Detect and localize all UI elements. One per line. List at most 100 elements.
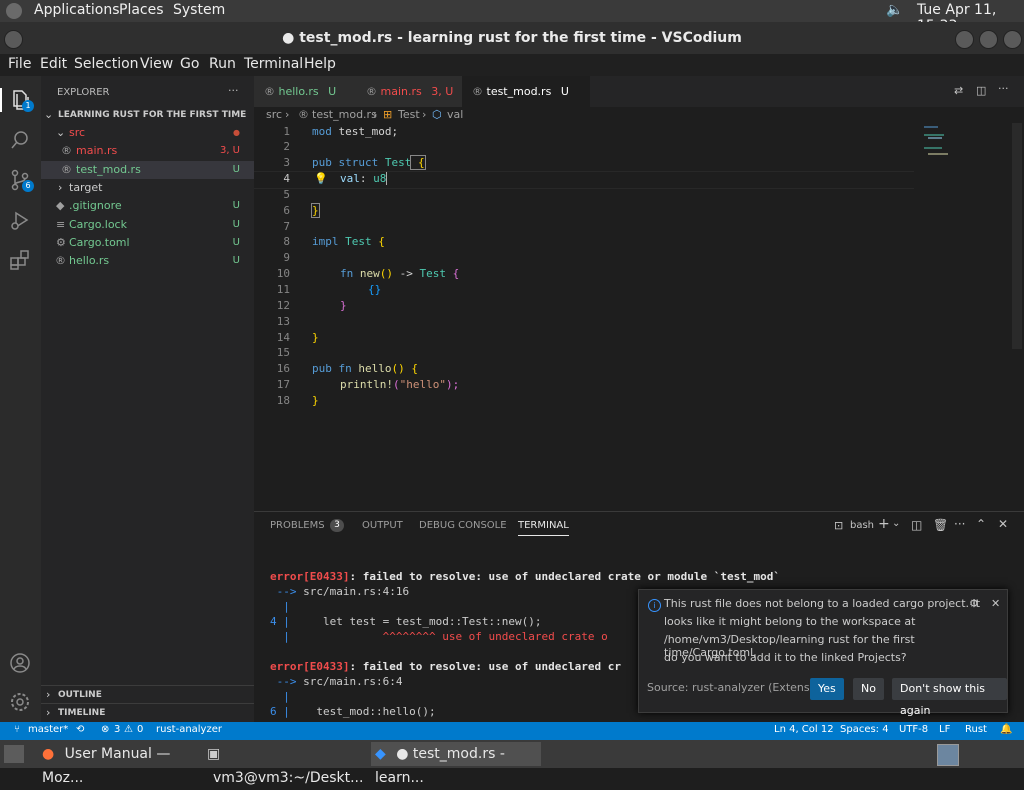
yes-button[interactable]: Yes — [810, 678, 844, 700]
taskbar-firefox[interactable]: ● User Manual — Moz... — [38, 742, 197, 786]
dont-show-again-button[interactable]: Don't show this again — [892, 678, 1007, 717]
code-line-3: pub struct Test { — [312, 155, 426, 170]
taskbar-terminal[interactable]: ▣ vm3@vm3:~/Deskt... — [203, 742, 365, 786]
terminal-shell-label[interactable]: bash — [850, 520, 874, 531]
status-position[interactable]: Ln 4, Col 12 — [774, 724, 834, 735]
activity-bar: 1 6 — [0, 76, 41, 722]
tab-problems[interactable]: PROBLEMS — [270, 520, 325, 531]
menu-terminal[interactable]: Terminal — [244, 56, 303, 72]
bell-icon[interactable]: 🔔 — [1000, 724, 1012, 735]
status-analyzer[interactable]: rust-analyzer — [156, 724, 222, 735]
more-actions-icon[interactable]: ··· — [998, 82, 1009, 95]
source-control-icon[interactable]: 6 — [8, 168, 34, 192]
workspace-switcher[interactable] — [937, 744, 959, 766]
line-number: 8 — [283, 235, 290, 248]
lock-file-icon: ≡ — [56, 218, 66, 231]
maximize-button[interactable] — [979, 30, 998, 49]
tab-terminal[interactable]: TERMINAL — [518, 520, 569, 536]
error-dot-icon: ● — [233, 128, 240, 137]
code-line-17: println!("hello"); — [340, 378, 460, 391]
folder-src[interactable]: ⌄ src ● — [41, 124, 254, 142]
split-terminal-icon[interactable]: ◫ — [911, 518, 922, 532]
extensions-icon[interactable] — [8, 248, 32, 272]
taskbar-vscodium[interactable]: ◆ ● test_mod.rs - learn... — [371, 742, 541, 786]
breadcrumb-src[interactable]: src — [266, 108, 282, 121]
menu-applications[interactable]: Applications — [34, 2, 120, 18]
code-line-10: fn new() -> Test { — [340, 267, 460, 280]
status-spaces[interactable]: Spaces: 4 — [840, 724, 889, 735]
account-icon[interactable] — [8, 651, 32, 675]
file-item-test-mod-rs[interactable]: ® test_mod.rs U — [41, 161, 254, 179]
menu-go[interactable]: Go — [180, 56, 199, 72]
menu-help[interactable]: Help — [304, 56, 336, 72]
firefox-icon: ● — [42, 746, 55, 762]
split-editor-icon[interactable]: ◫ — [976, 84, 986, 97]
breadcrumb-file[interactable]: test_mod.rs — [312, 108, 377, 121]
folder-target[interactable]: › target — [41, 179, 254, 197]
file-item-hello-rs[interactable]: ® hello.rs U — [41, 252, 254, 270]
tab-output[interactable]: OUTPUT — [362, 520, 403, 531]
tab-main-rs[interactable]: ® main.rs 3, U — [356, 76, 472, 107]
menu-view[interactable]: View — [140, 56, 173, 72]
editor-scrollbar[interactable] — [1012, 123, 1022, 349]
timeline-section[interactable]: › TIMELINE — [41, 703, 254, 722]
tab-test-mod-rs[interactable]: ® test_mod.rs U ● — [462, 76, 590, 129]
chevron-down-icon[interactable]: ⌄ — [892, 518, 900, 529]
explorer-icon[interactable]: 1 — [8, 88, 34, 112]
line-number: 10 — [276, 267, 290, 280]
no-button[interactable]: No — [853, 678, 884, 700]
notification-close-icon[interactable]: ✕ — [991, 597, 1000, 610]
more-actions-icon[interactable]: ··· — [954, 517, 965, 531]
breadcrumb-field[interactable]: val — [447, 108, 463, 121]
breadcrumb-struct[interactable]: Test — [398, 108, 420, 121]
minimize-button[interactable] — [955, 30, 974, 49]
window-title: ● test_mod.rs - learning rust for the fi… — [282, 30, 742, 46]
line-number: 12 — [276, 299, 290, 312]
minimap[interactable] — [924, 125, 974, 165]
chevron-right-icon: › — [46, 688, 51, 701]
status-eol[interactable]: LF — [939, 724, 950, 735]
outline-section[interactable]: › OUTLINE — [41, 685, 254, 704]
new-terminal-plus-icon[interactable]: + — [878, 516, 890, 532]
open-changes-icon[interactable]: ⇄ — [954, 84, 963, 97]
menu-system[interactable]: System — [173, 2, 225, 18]
notification-gear-icon[interactable]: ⚙ — [969, 597, 979, 610]
menu-run[interactable]: Run — [209, 56, 236, 72]
status-branch[interactable]: master* — [28, 724, 68, 735]
menu-selection[interactable]: Selection — [74, 56, 139, 72]
file-item-gitignore[interactable]: ◆ .gitignore U — [41, 197, 254, 215]
tab-status: 3, U — [431, 85, 454, 98]
maximize-panel-icon[interactable]: ⌃ — [976, 517, 986, 531]
breadcrumb: src › ® test_mod.rs › ⊞ Test › ⬡ val — [254, 107, 1024, 123]
tab-hello-rs[interactable]: ® hello.rs U — [254, 76, 366, 107]
lightbulb-icon[interactable]: 💡 — [314, 172, 328, 185]
status-encoding[interactable]: UTF-8 — [899, 724, 928, 735]
settings-gear-icon[interactable] — [8, 690, 32, 714]
menu-edit[interactable]: Edit — [40, 56, 67, 72]
file-label: main.rs — [76, 144, 118, 157]
code-editor[interactable]: 1 2 3 4 5 6 7 8 9 10 11 12 13 14 15 16 1… — [254, 123, 1024, 511]
status-warnings[interactable]: 0 — [137, 724, 143, 735]
status-bar: ⑂ master* ⟲ ⊗ 3 ⚠ 0 rust-analyzer Ln 4, … — [0, 722, 1024, 740]
status-errors[interactable]: 3 — [114, 724, 120, 735]
line-number: 16 — [276, 362, 290, 375]
search-icon[interactable] — [8, 128, 32, 152]
file-item-cargo-toml[interactable]: ⚙ Cargo.toml U — [41, 234, 254, 252]
tab-debug-console[interactable]: DEBUG CONSOLE — [419, 520, 507, 531]
menu-file[interactable]: File — [8, 56, 31, 72]
file-item-main-rs[interactable]: ® main.rs 3, U — [41, 142, 254, 160]
terminal-output[interactable]: error[E0433]: failed to resolve: use of … — [270, 570, 780, 718]
status-language[interactable]: Rust — [965, 724, 987, 735]
explorer-more-button[interactable]: ··· — [228, 84, 239, 97]
close-window-button[interactable] — [1003, 30, 1022, 49]
show-desktop-icon[interactable] — [4, 745, 24, 763]
trash-icon[interactable]: 🗑 — [933, 518, 948, 532]
project-root[interactable]: ⌄ LEARNING RUST FOR THE FIRST TIME — [41, 106, 254, 124]
sync-icon[interactable]: ⟲ — [76, 724, 84, 735]
close-panel-icon[interactable]: ✕ — [998, 517, 1008, 531]
system-logo-icon[interactable] — [6, 3, 22, 19]
volume-icon[interactable]: 🔈 — [886, 2, 903, 18]
run-debug-icon[interactable] — [8, 208, 32, 232]
file-item-cargo-lock[interactable]: ≡ Cargo.lock U — [41, 216, 254, 234]
menu-places[interactable]: Places — [119, 2, 164, 18]
